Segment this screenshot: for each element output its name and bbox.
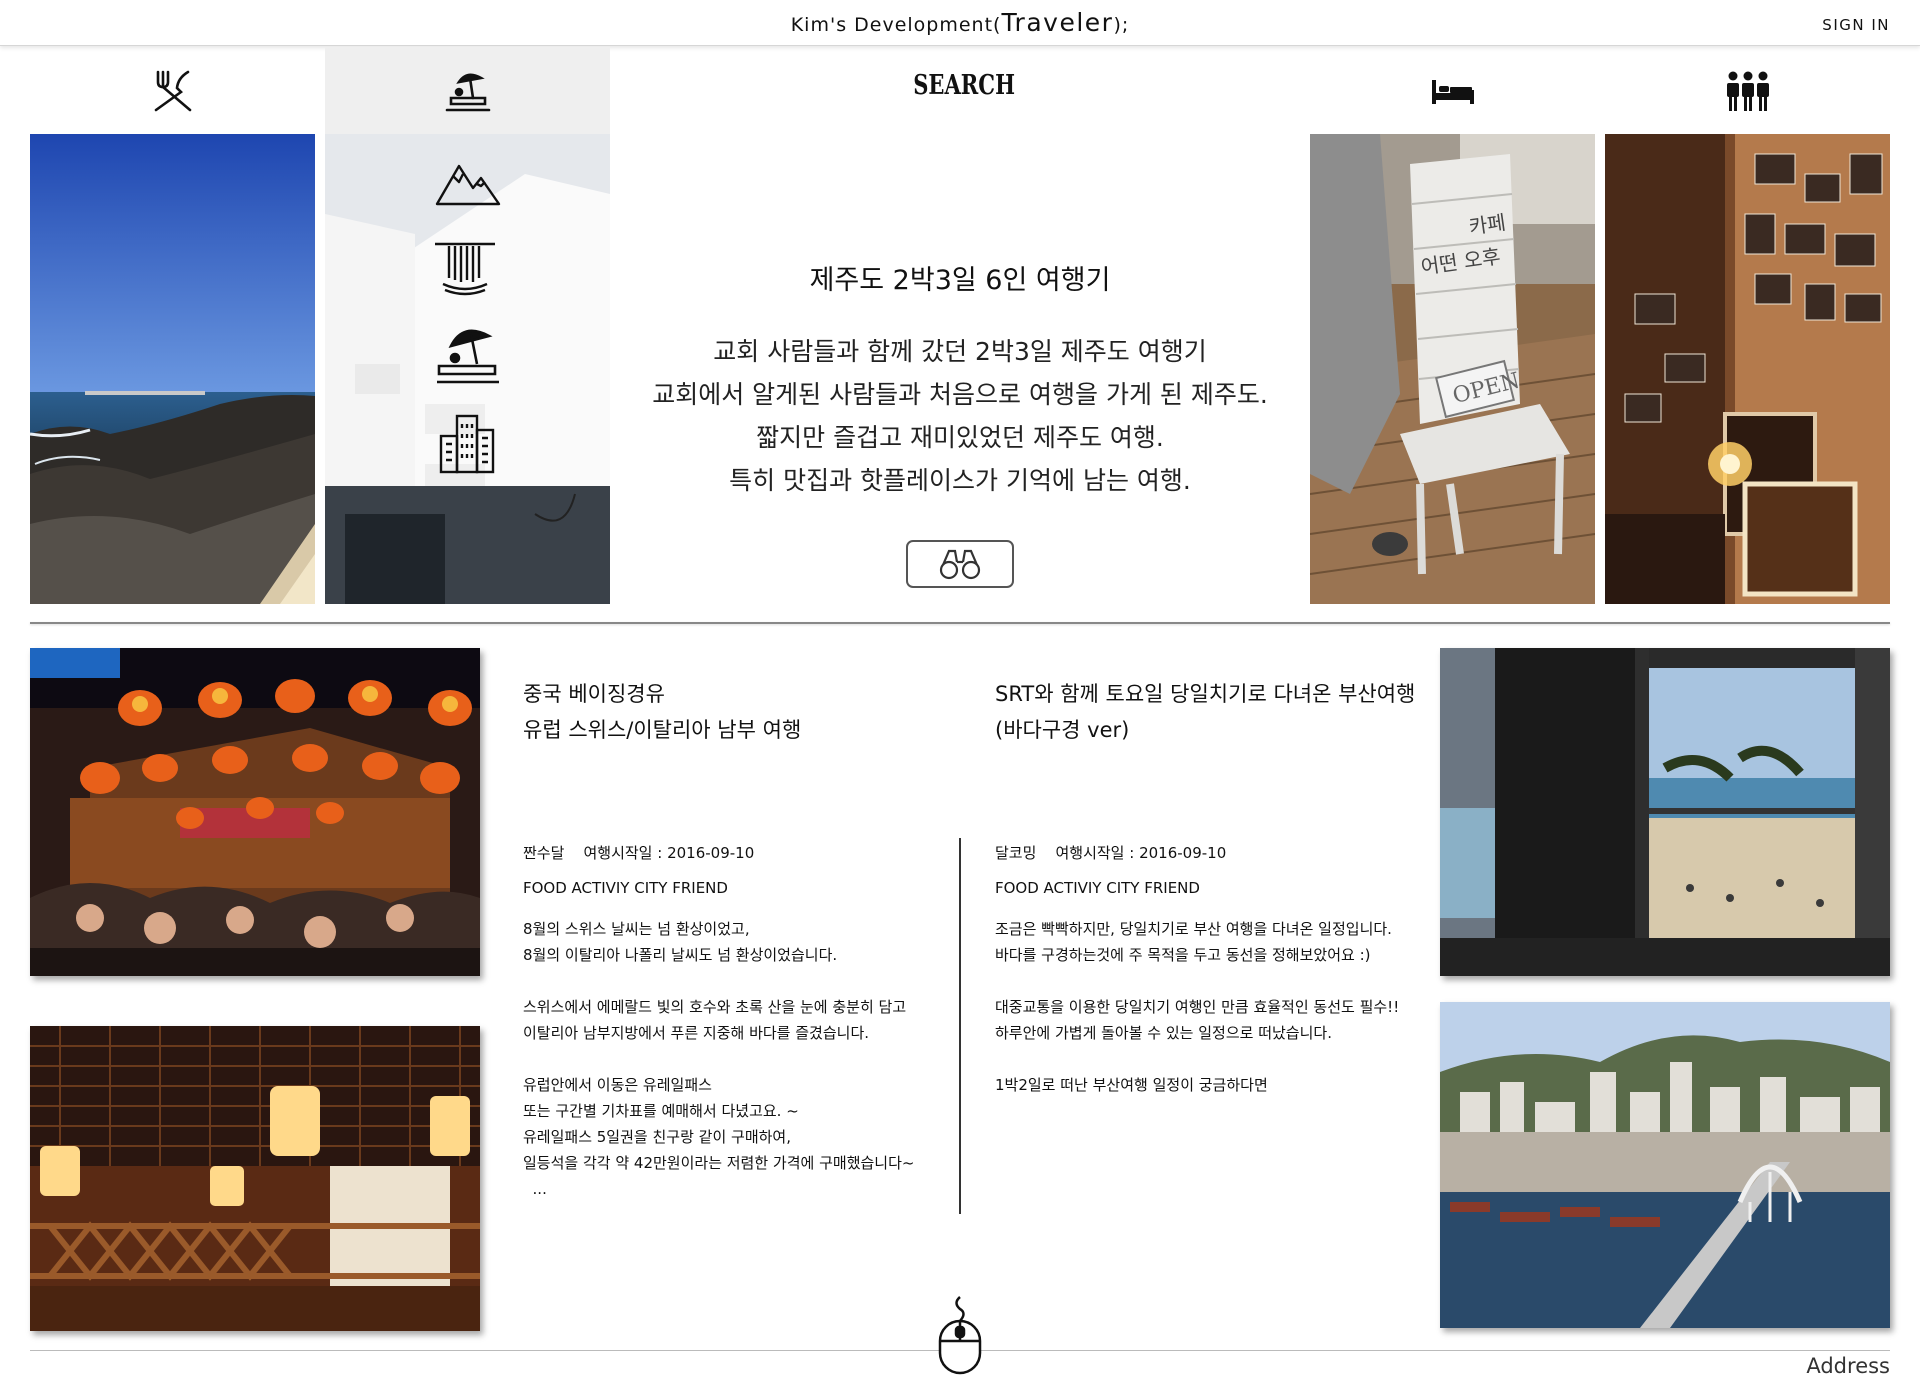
post-1-body: 8월의 스위스 날씨는 넘 환상이었고, 8월의 이탈리아 나폴리 날씨도 넘 … [523,916,943,1228]
beach-umbrella-icon [445,73,490,111]
post-2-text: 하루안에 가볍게 돌아볼 수 있는 일정으로 떠났습니다. [995,1024,1332,1042]
post-1-paragraph: 유럽안에서 이동은 유레일패스 또는 구간별 기차표를 예매해서 다녔고요. ~… [523,1072,943,1202]
nav-travel[interactable] [325,47,610,134]
post-1-text: 8월의 스위스 날씨는 넘 환상이었고, [523,920,750,938]
binoculars-icon [939,549,981,580]
top-bar: Kim's Development(Traveler); SIGN IN [0,0,1920,46]
site-title[interactable]: Kim's Development(Traveler); [0,8,1920,37]
post-1-text: 유레일패스 5일권을 친구랑 같이 구매하여, [523,1128,791,1146]
waterfall-icon[interactable] [433,240,497,296]
site-title-prefix: Kim's Development( [790,14,1002,36]
mouse-scroll-icon[interactable] [935,1295,985,1375]
post-1-date: 여행시작일 : 2016-09-10 [583,844,755,862]
post-1-title-line-2: 유럽 스위스/이탈리아 남부 여행 [523,718,802,742]
post-2-title[interactable]: SRT와 함께 토요일 당일치기로 다녀온 부산여행 (바다구경 ver) [995,676,1415,748]
post-separator [959,838,961,1214]
beijing-lantern-photo[interactable] [30,648,480,976]
post-1-title[interactable]: 중국 베이징경유 유럽 스위스/이탈리아 남부 여행 [523,676,801,748]
nav-food[interactable] [30,47,315,134]
post-2-meta: 달코밍 여행시작일 : 2016-09-10 [995,842,1226,863]
sign-in-link[interactable]: SIGN IN [1822,16,1890,34]
beach-icon[interactable] [435,320,501,386]
explore-button[interactable] [906,540,1014,588]
bed-icon [1431,79,1474,104]
post-1-title-line-1: 중국 베이징경유 [523,682,665,706]
site-title-main: Traveler [1001,8,1114,37]
post-2-tags: FOOD ACTIVIY CITY FRIEND [995,879,1200,897]
post-2-body: 조금은 빡빡하지만, 당일치기로 부산 여행을 다녀온 일정입니다. 바다를 구… [995,916,1425,1124]
group-icon [1726,71,1769,111]
fork-knife-icon [154,70,191,111]
post-1-text: 유럽안에서 이동은 유레일패스 [523,1076,712,1094]
post-2-author[interactable]: 달코밍 [995,844,1036,862]
post-2-text: 대중교통을 이용한 당일치기 여행인 만큼 효율적인 동선도 필수!! [995,998,1400,1016]
nav-lodging[interactable] [1310,47,1595,134]
post-2-paragraph: 조금은 빡빡하지만, 당일치기로 부산 여행을 다녀온 일정입니다. 바다를 구… [995,916,1425,968]
post-2-title-line-2: (바다구경 ver) [995,718,1130,742]
post-1-text: 일등석을 각각 약 42만원이라는 저렴한 가격에 구매했습니다~ [523,1154,915,1172]
nav-companions[interactable] [1605,47,1890,134]
busan-harbor-photo[interactable] [1440,1002,1890,1328]
hero-line-1: 교회 사람들과 함께 갔던 2박3일 제주도 여행기 [713,337,1207,366]
restaurant-interior-photo[interactable] [30,1026,480,1331]
post-2-text: 조금은 빡빡하지만, 당일치기로 부산 여행을 다녀온 일정입니다. [995,920,1392,938]
busan-beach-photo[interactable] [1440,648,1890,976]
post-1-text: 스위스에서 에메랄드 빛의 호수와 초록 산을 눈에 충분히 담고 [523,998,907,1016]
site-title-suffix: ); [1113,14,1130,36]
search-label[interactable]: SEARCH [913,70,1015,101]
cafe-sign-text-1: 카페 [1467,210,1507,239]
cafe-interior-photo[interactable] [1605,134,1890,604]
post-1-more[interactable]: ... [523,1180,547,1198]
post-1-text: 또는 구간별 기차표를 예매해서 다녔고요. ~ [523,1102,799,1120]
hero-line-3: 짧지만 즐겁고 재미있었던 제주도 여행. [756,423,1164,452]
building-category-panel [325,134,610,604]
post-1-text: 이탈리아 남부지방에서 푸른 지중해 바다를 즐겼습니다. [523,1024,870,1042]
cafe-chair-photo[interactable]: OPEN 카페 어떤 오후 [1310,134,1595,604]
post-2-text: 바다를 구경하는것에 주 목적을 두고 동선을 정해보았어요 :) [995,946,1371,964]
jeju-coast-photo[interactable] [30,134,315,604]
city-icon[interactable] [437,412,497,474]
post-2-title-line-1: SRT와 함께 토요일 당일치기로 다녀온 부산여행 [995,682,1416,706]
post-2-text: 1박2일로 떠난 부산여행 일정이 궁금하다면 [995,1076,1268,1094]
mountain-icon[interactable] [435,152,501,208]
footer-address[interactable]: Address [1806,1354,1890,1378]
post-2-paragraph: 대중교통을 이용한 당일치기 여행인 만큼 효율적인 동선도 필수!! 하루안에… [995,994,1425,1046]
post-1-meta: 짠수달 여행시작일 : 2016-09-10 [523,842,754,863]
post-2-date: 여행시작일 : 2016-09-10 [1055,844,1227,862]
post-1-author[interactable]: 짠수달 [523,844,564,862]
hero-title[interactable]: 제주도 2박3일 6인 여행기 [620,258,1300,297]
hero-line-2: 교회에서 알게된 사람들과 처음으로 여행을 가게 된 제주도. [652,380,1268,409]
section-divider [30,622,1890,624]
post-1-paragraph: 스위스에서 에메랄드 빛의 호수와 초록 산을 눈에 충분히 담고 이탈리아 남… [523,994,943,1046]
post-2-paragraph: 1박2일로 떠난 부산여행 일정이 궁금하다면 [995,1072,1425,1098]
post-1-paragraph: 8월의 스위스 날씨는 넘 환상이었고, 8월의 이탈리아 나폴리 날씨도 넘 … [523,916,943,968]
post-1-text: 8월의 이탈리아 나폴리 날씨도 넘 환상이었습니다. [523,946,838,964]
post-1-tags: FOOD ACTIVIY CITY FRIEND [523,879,728,897]
hero-line-4: 특히 맛집과 핫플레이스가 기억에 남는 여행. [729,466,1191,495]
